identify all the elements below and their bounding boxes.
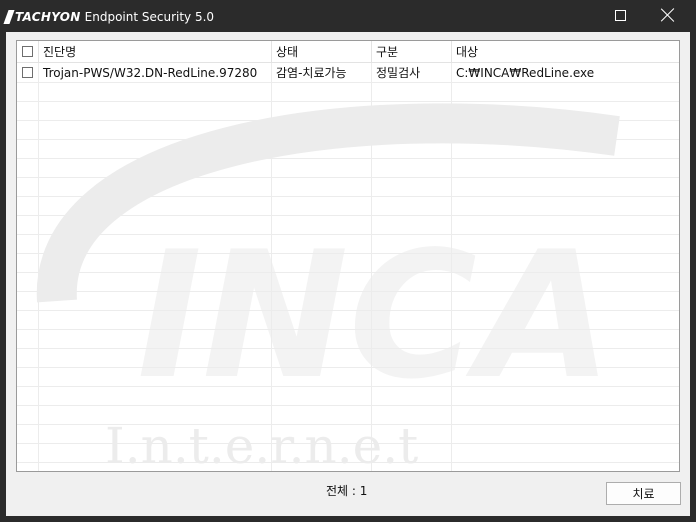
- column-header-name[interactable]: 진단명: [39, 41, 272, 63]
- total-count: 전체 : 1: [326, 484, 368, 498]
- title-bar[interactable]: TACHYON Endpoint Security 5.0: [0, 0, 696, 32]
- column-header-category[interactable]: 구분: [372, 41, 452, 63]
- row-target: C:₩INCA₩RedLine.exe: [456, 66, 595, 80]
- list-grid: [17, 63, 679, 471]
- select-all-checkbox[interactable]: [22, 46, 33, 57]
- maximize-button[interactable]: [598, 0, 642, 30]
- detection-list[interactable]: INCA I.n.t.e.r.n.e.t 진단명 상태 구분 대상 Trojan…: [16, 40, 680, 472]
- select-all-column[interactable]: [17, 41, 39, 63]
- logo-slash-icon: [3, 10, 15, 24]
- table-row[interactable]: Trojan-PWS/W32.DN-RedLine.97280 감염-치료가능 …: [17, 63, 679, 83]
- row-checkbox[interactable]: [22, 67, 33, 78]
- client-area: INCA I.n.t.e.r.n.e.t 진단명 상태 구분 대상 Trojan…: [6, 32, 690, 516]
- brand-name: TACHYON: [15, 10, 81, 24]
- row-status: 감염-치료가능: [276, 66, 347, 80]
- column-header-target[interactable]: 대상: [452, 41, 679, 63]
- tachyon-logo: TACHYON Endpoint Security 5.0: [3, 8, 215, 26]
- row-detection-name: Trojan-PWS/W32.DN-RedLine.97280: [43, 66, 258, 80]
- maximize-icon: [614, 9, 626, 21]
- app-window: TACHYON Endpoint Security 5.0 INCA I.n.t…: [0, 0, 696, 522]
- treat-button[interactable]: 치료: [606, 482, 681, 505]
- column-header-status[interactable]: 상태: [272, 41, 372, 63]
- row-category: 정밀검사: [376, 66, 421, 80]
- close-button[interactable]: [646, 0, 690, 30]
- close-icon: [661, 8, 675, 22]
- window-title: Endpoint Security 5.0: [84, 10, 215, 24]
- list-header: 진단명 상태 구분 대상: [17, 41, 679, 63]
